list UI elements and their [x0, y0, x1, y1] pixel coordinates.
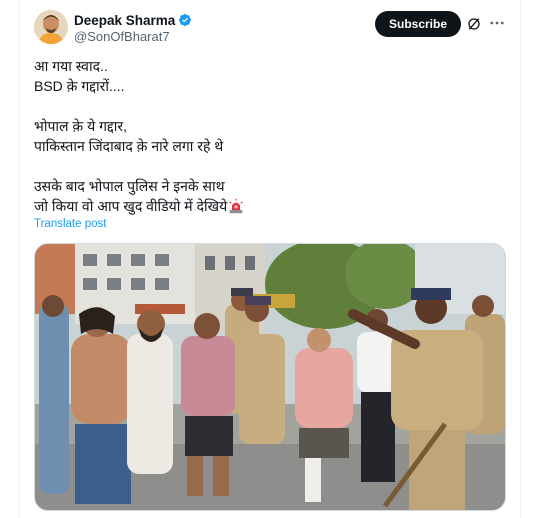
- subscribe-button[interactable]: Subscribe: [375, 11, 461, 37]
- post-header: Deepak Sharma @SonOfBharat7 Subscribe: [34, 10, 504, 46]
- post-text-line-last: जो किया वो आप खुद वीडियो में देखिये: [34, 196, 494, 216]
- timeline-border-left: [19, 0, 20, 518]
- post-text-line: जो किया वो आप खुद वीडियो में देखिये: [34, 198, 228, 214]
- verified-badge-icon: [179, 14, 192, 26]
- post-text-line: BSD क़े गद्दारों....: [34, 78, 125, 94]
- post-text-line: भोपाल क़े ये गद्दार,: [34, 118, 127, 134]
- post-media-video[interactable]: [34, 243, 506, 511]
- avatar[interactable]: [34, 10, 68, 44]
- police-light-emoji: [229, 198, 243, 214]
- author-display-name[interactable]: Deepak Sharma: [74, 13, 175, 28]
- post-text: आ गया स्वाद.. BSD क़े गद्दारों.... भोपाल…: [34, 56, 494, 216]
- post-text-line: पाकिस्तान जिंदाबाद क़े नारे लगा रहे थे: [34, 138, 224, 154]
- post-text-line: उसके बाद भोपाल पुलिस ने इनके साथ: [34, 178, 225, 194]
- avatar-image: [34, 10, 68, 44]
- timeline-border-right: [520, 0, 521, 518]
- grok-icon[interactable]: [466, 16, 482, 32]
- photo-street-police-scene: [35, 244, 505, 510]
- author-handle[interactable]: @SonOfBharat7: [74, 29, 170, 44]
- post-text-line: आ गया स्वाद..: [34, 58, 108, 74]
- translate-post-link[interactable]: Translate post: [34, 218, 106, 230]
- more-options-icon[interactable]: [488, 14, 506, 32]
- author-name-row: Deepak Sharma: [74, 11, 192, 29]
